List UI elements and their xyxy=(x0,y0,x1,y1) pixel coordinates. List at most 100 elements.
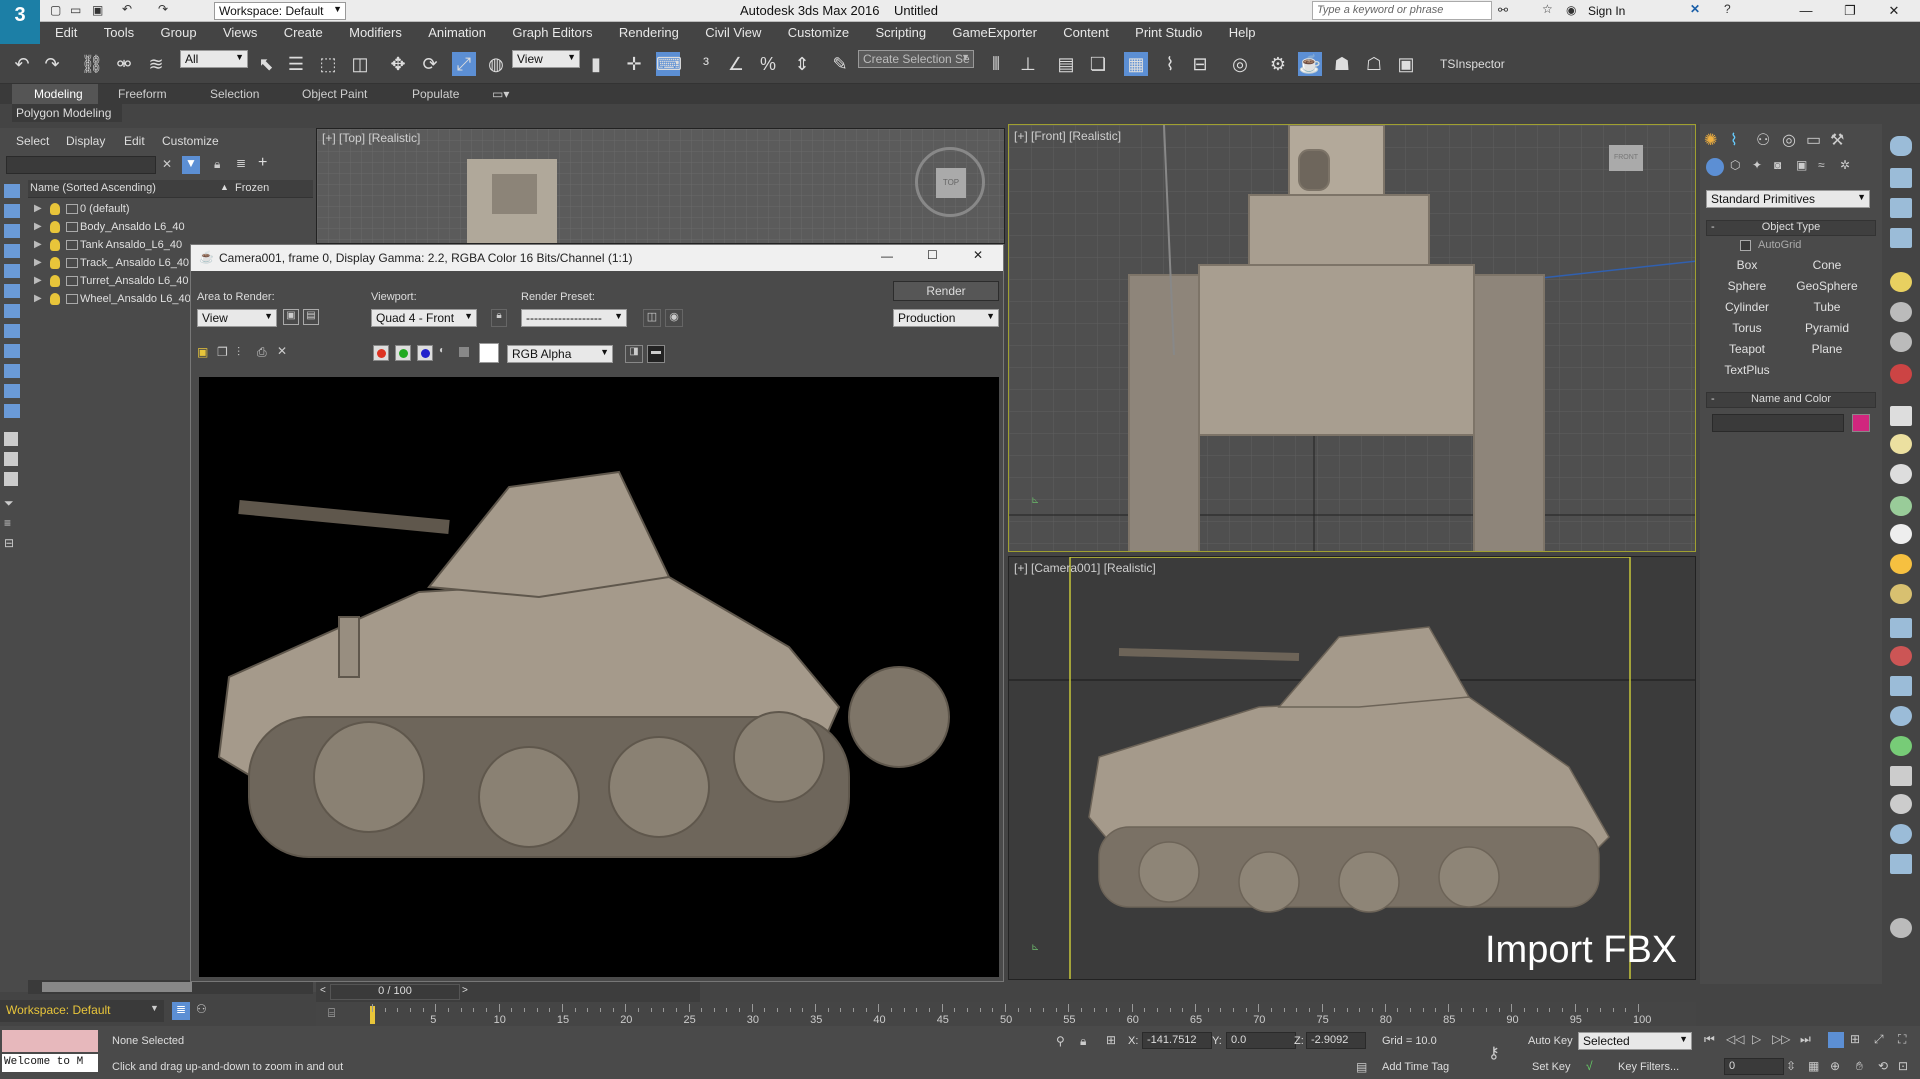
snaps-icon[interactable]: ³ xyxy=(694,52,718,76)
menu-create[interactable]: Create xyxy=(271,22,333,40)
expand-icon[interactable]: ▶ xyxy=(34,236,42,254)
menu-tools[interactable]: Tools xyxy=(91,22,144,40)
clone-window-icon[interactable]: ⫶ xyxy=(237,345,240,360)
list-item[interactable]: ▶ Body_Ansaldo L6_40 xyxy=(28,218,313,236)
menu-edit[interactable]: Edit xyxy=(40,22,87,40)
cone-button[interactable]: Cone xyxy=(1790,256,1864,274)
scene-tab-customize[interactable]: Customize xyxy=(162,134,219,148)
camera-icon[interactable] xyxy=(1890,332,1912,352)
ribbon-polygon-modeling[interactable]: Polygon Modeling xyxy=(12,104,122,122)
utilities-tab-icon[interactable]: ⚒ xyxy=(1830,130,1844,150)
layer-add-icon[interactable]: ≣ xyxy=(236,156,246,170)
rotate-icon[interactable]: ⟳ xyxy=(418,52,442,76)
expand-icon[interactable]: ▶ xyxy=(34,218,42,236)
tool-icon[interactable] xyxy=(1890,228,1912,248)
undo-icon[interactable]: ↶ xyxy=(10,52,34,76)
orb-icon[interactable] xyxy=(1890,824,1912,844)
render-close-button[interactable]: ✕ xyxy=(973,248,983,262)
object-name-input[interactable] xyxy=(1712,414,1844,432)
display-channel-select[interactable]: RGB Alpha ▼ xyxy=(507,345,613,363)
menu-graph-editors[interactable]: Graph Editors xyxy=(499,22,602,40)
scene-search-input[interactable] xyxy=(6,156,156,174)
ribbon-tab-object-paint[interactable]: Object Paint xyxy=(302,87,367,101)
filter-funnel-icon[interactable]: ⏷ xyxy=(4,496,14,511)
filter-settings-icon[interactable]: ≡ xyxy=(4,516,11,530)
display-frozen-icon[interactable] xyxy=(4,432,18,446)
workspace-status[interactable]: Workspace: Default ▼ xyxy=(0,1000,164,1022)
auto-key-button[interactable]: Auto Key xyxy=(1528,1035,1573,1047)
name-color-rollout[interactable]: - Name and Color xyxy=(1706,392,1876,408)
angle-snap-icon[interactable]: ∠ xyxy=(724,52,748,76)
zoom-all-icon[interactable]: ⊞ xyxy=(1850,1032,1860,1046)
bulb-icon[interactable] xyxy=(50,221,60,233)
time-slider[interactable]: < 0 / 100 > xyxy=(316,982,700,1002)
blue-channel-toggle[interactable] xyxy=(417,345,433,361)
spinner-snap-icon[interactable]: ⇕ xyxy=(790,52,814,76)
menu-content[interactable]: Content xyxy=(1050,22,1119,40)
binoculars-icon[interactable]: ⚯ xyxy=(1498,3,1508,17)
time-prev-icon[interactable]: < xyxy=(320,985,326,996)
bulb-icon[interactable] xyxy=(50,257,60,269)
torus-button[interactable]: Torus xyxy=(1710,319,1784,337)
render-production-icon[interactable]: ☗ xyxy=(1330,52,1354,76)
autogrid-checkbox[interactable] xyxy=(1740,240,1751,251)
z-coordinate-field[interactable]: -2.9092 xyxy=(1306,1032,1366,1049)
pyramid-button[interactable]: Pyramid xyxy=(1790,319,1864,337)
user-icon[interactable]: ◉ xyxy=(1566,3,1576,17)
align-icon[interactable]: ⊥ xyxy=(1016,52,1040,76)
placement-icon[interactable]: ◍ xyxy=(484,52,508,76)
viewport-select[interactable]: Quad 4 - Front ▼ xyxy=(371,309,477,327)
display-all-icon[interactable] xyxy=(4,204,20,218)
menu-print-studio[interactable]: Print Studio xyxy=(1122,22,1212,40)
minimize-button[interactable]: — xyxy=(1784,0,1828,22)
track-bar[interactable]: ⌸ 5 10 15 20 25 30 35 40 45 50 55 60 65 70 75 80 85 90 95 1… xyxy=(316,1002,1696,1026)
set-key-button[interactable]: Set Key xyxy=(1532,1061,1571,1073)
globe-icon[interactable] xyxy=(1890,464,1912,484)
green-channel-toggle[interactable] xyxy=(395,345,411,361)
ribbon-tab-populate[interactable]: Populate xyxy=(412,87,459,101)
path-icon[interactable] xyxy=(1890,766,1912,786)
viewcube-top[interactable]: TOP xyxy=(915,147,985,217)
time-slider-thumb[interactable]: 0 / 100 xyxy=(330,984,460,1000)
alpha-channel-icon[interactable]: ◐ xyxy=(439,345,445,356)
maximize-button[interactable]: ❐ xyxy=(1828,0,1872,22)
add-icon[interactable]: + xyxy=(258,154,267,172)
background-color-swatch[interactable] xyxy=(479,343,499,363)
expand-icon[interactable]: ▶ xyxy=(34,200,42,218)
lock-icon[interactable]: 🔒︎ xyxy=(214,157,220,172)
bulb-icon[interactable] xyxy=(50,203,60,215)
redo-icon[interactable]: ↷ xyxy=(158,2,168,16)
viewport-front[interactable]: [+] [Front] [Realistic] FRONT ⊾ xyxy=(1008,124,1696,552)
undo-icon[interactable]: ↶ xyxy=(122,2,132,16)
key-icon[interactable]: ⚷ xyxy=(1488,1043,1500,1063)
open-icon[interactable]: ▭ xyxy=(70,3,81,17)
render-mode-select[interactable]: Production ▼ xyxy=(893,309,999,327)
close-button[interactable]: ✕ xyxy=(1872,0,1916,22)
object-icon[interactable] xyxy=(1890,168,1912,188)
display-hidden-icon[interactable] xyxy=(4,452,18,466)
geosphere-button[interactable]: GeoSphere xyxy=(1790,277,1864,295)
toggle-ui-icon[interactable]: ▬ xyxy=(647,345,665,363)
plane-button[interactable]: Plane xyxy=(1790,340,1864,358)
render-activeshade-icon[interactable]: ▣ xyxy=(1394,52,1418,76)
maximize-viewport-icon[interactable]: ⤢ xyxy=(1874,1032,1884,1047)
selection-filter-select[interactable]: All ▼ xyxy=(180,50,248,68)
auto-region-icon[interactable]: ▤ xyxy=(303,309,319,325)
teapot-button[interactable]: Teapot xyxy=(1710,340,1784,358)
display-spacewarps-icon[interactable] xyxy=(4,324,20,338)
expand-icon[interactable]: ▶ xyxy=(34,254,42,272)
next-frame-icon[interactable]: ▷▷ xyxy=(1772,1032,1790,1046)
viewcube-face[interactable]: TOP xyxy=(936,168,966,198)
help-icon[interactable]: ? xyxy=(1724,2,1731,16)
bulb-icon[interactable] xyxy=(50,239,60,251)
layer-status-icon[interactable]: ≣ xyxy=(172,1002,190,1020)
render-iterative-icon[interactable]: ☖ xyxy=(1362,52,1386,76)
time-next-icon[interactable]: > xyxy=(462,985,468,996)
bulb-icon[interactable] xyxy=(50,293,60,305)
textplus-button[interactable]: TextPlus xyxy=(1710,361,1784,379)
sun-icon[interactable] xyxy=(1890,554,1912,574)
previous-frame-icon[interactable]: ◁◁ xyxy=(1726,1032,1744,1046)
percent-snap-icon[interactable]: % xyxy=(756,52,780,76)
ribbon-options-icon[interactable]: ▭▾ xyxy=(492,87,509,101)
dots-icon[interactable] xyxy=(1890,618,1912,638)
